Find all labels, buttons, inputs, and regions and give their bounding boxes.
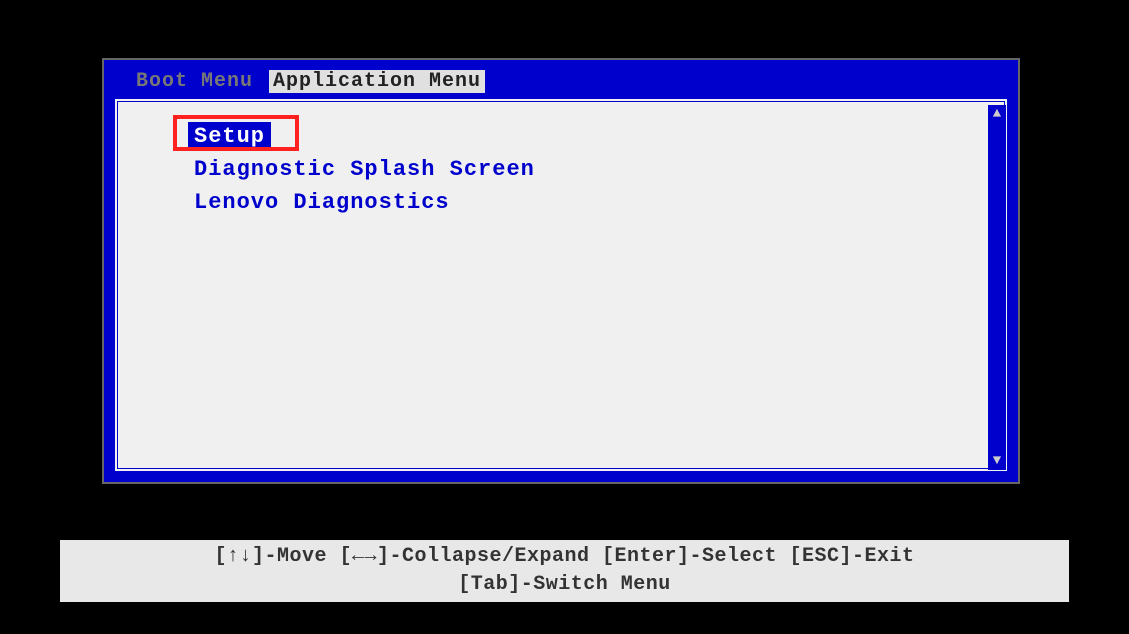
scrollbar[interactable]: ▲ ▼ [988,105,1006,470]
tab-bar: Boot Menu Application Menu [132,70,485,93]
tab-application-menu[interactable]: Application Menu [269,70,485,93]
menu-content-panel: Setup Diagnostic Splash Screen Lenovo Di… [114,98,1008,472]
scroll-up-icon[interactable]: ▲ [988,105,1006,123]
menu-item-setup[interactable]: Setup [188,122,271,151]
bios-main-window: Boot Menu Application Menu Setup Diagnos… [102,58,1020,484]
scroll-down-icon[interactable]: ▼ [988,452,1006,470]
help-line-1: [↑↓]-Move [←→]-Collapse/Expand [Enter]-S… [60,543,1069,571]
tab-boot-menu[interactable]: Boot Menu [132,70,257,93]
help-bar: [↑↓]-Move [←→]-Collapse/Expand [Enter]-S… [60,540,1069,602]
menu-item-diagnostic-splash[interactable]: Diagnostic Splash Screen [188,155,541,184]
menu-item-lenovo-diagnostics[interactable]: Lenovo Diagnostics [188,188,456,217]
help-line-2: [Tab]-Switch Menu [60,571,1069,599]
